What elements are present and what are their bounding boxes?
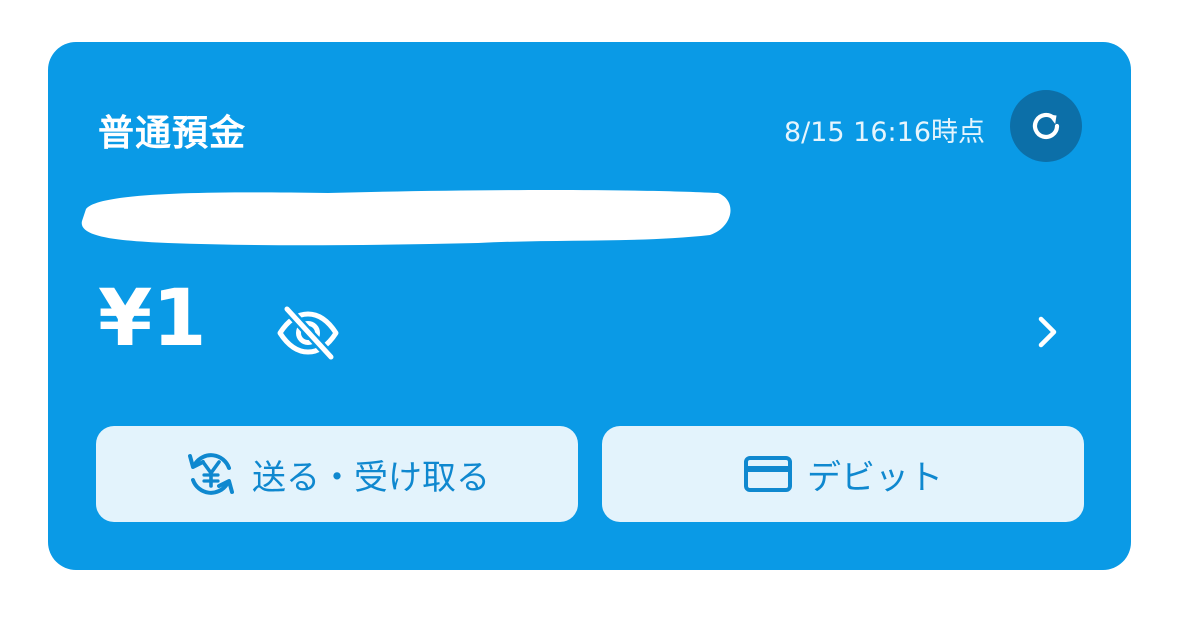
balance-visibility-toggle[interactable] (274, 304, 342, 362)
debit-label: デビット (807, 457, 943, 498)
balance-timestamp: 8/15 16:16時点 (783, 117, 985, 148)
account-card[interactable]: 普通預金 8/15 16:16時点 ¥1 送る・受け取る デビット (48, 42, 1131, 570)
refresh-button[interactable] (1010, 90, 1082, 162)
chevron-right-icon (1038, 316, 1057, 348)
balance-amount: ¥1 (98, 274, 207, 364)
refresh-icon (1032, 112, 1060, 140)
redacted-account-number (81, 190, 731, 246)
debit-button[interactable]: デビット (602, 426, 1084, 522)
send-receive-button[interactable]: 送る・受け取る (96, 426, 578, 522)
send-receive-label: 送る・受け取る (252, 457, 490, 498)
yen-transfer-icon (184, 447, 238, 501)
credit-card-icon (743, 455, 793, 493)
account-detail-chevron[interactable] (1028, 310, 1068, 354)
account-type-title: 普通預金 (98, 113, 247, 154)
eye-off-icon (277, 305, 339, 361)
